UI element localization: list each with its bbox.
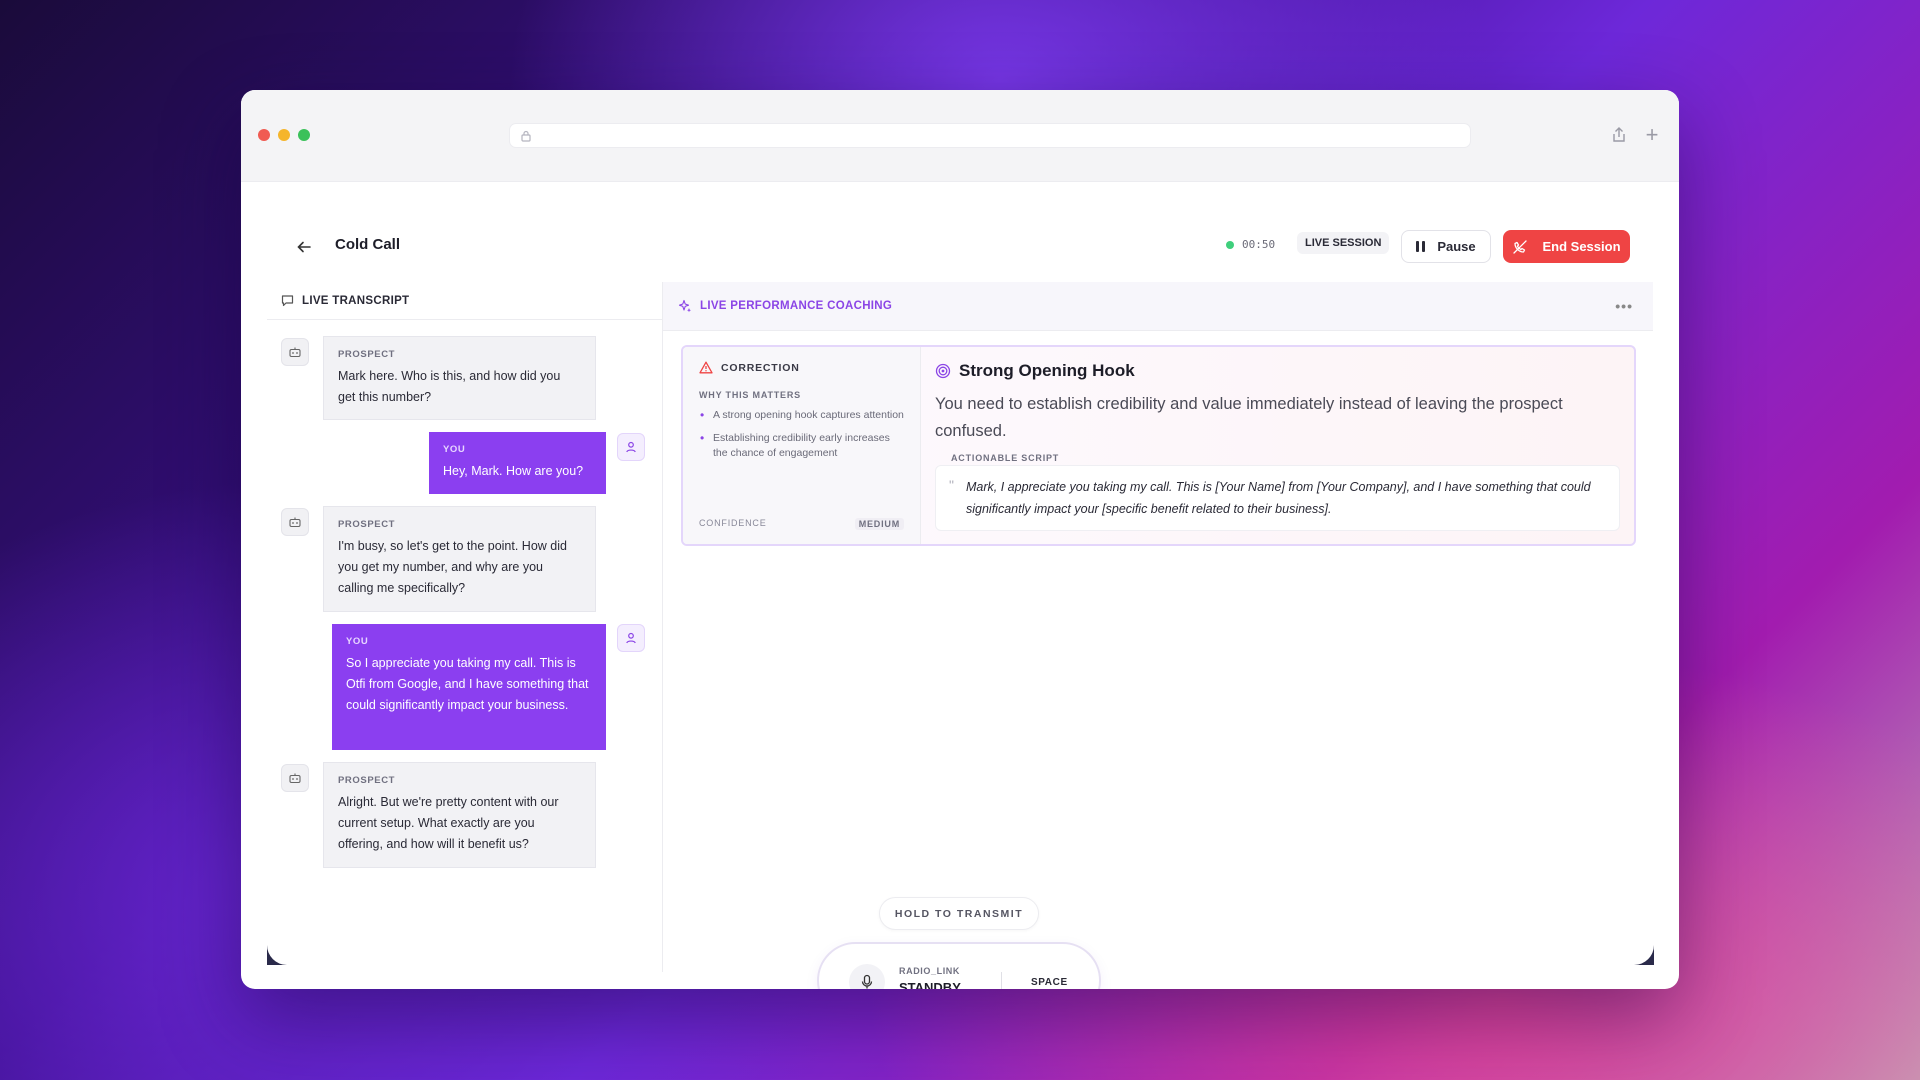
quote-icon: ": [949, 477, 954, 493]
session-timer: 00:50: [1226, 238, 1275, 251]
transmit-button[interactable]: RADIO_LINK STANDBY SPACE: [817, 942, 1101, 989]
share-icon[interactable]: [1610, 126, 1628, 144]
maximize-window-button[interactable]: [298, 129, 310, 141]
keyboard-shortcut: SPACE: [1031, 977, 1068, 988]
pause-label: Pause: [1437, 239, 1476, 254]
message-text: Hey, Mark. How are you?: [443, 464, 584, 478]
coaching-heading: LIVE PERFORMANCE COACHING: [700, 300, 893, 312]
message-speaker: PROSPECT: [338, 775, 396, 786]
transcript-message: PROSPECT Alright. But we're pretty conte…: [323, 762, 596, 868]
message-text: Alright. But we're pretty content with o…: [338, 795, 559, 851]
script-label: ACTIONABLE SCRIPT: [951, 453, 1060, 463]
coaching-description: You need to establish credibility and va…: [935, 395, 1563, 440]
confidence-value: MEDIUM: [854, 518, 904, 530]
live-session-badge: LIVE SESSION: [1297, 232, 1390, 254]
target-icon: [935, 363, 951, 379]
radio-channel-label: RADIO_LINK: [899, 966, 961, 976]
transcript-message: YOU Hey, Mark. How are you?: [429, 432, 606, 494]
pause-button[interactable]: Pause: [1401, 230, 1491, 263]
coaching-title-row: Strong Opening Hook: [935, 361, 1620, 381]
reasons-list: A strong opening hook captures attention…: [699, 408, 904, 461]
user-avatar-icon: [617, 624, 645, 652]
message-speaker: PROSPECT: [338, 519, 396, 530]
chat-icon: [281, 295, 294, 307]
hold-to-transmit-hint: HOLD TO TRANSMIT: [879, 897, 1039, 930]
end-session-label: End Session: [1542, 239, 1621, 254]
new-tab-icon[interactable]: +: [1643, 124, 1661, 146]
transcript-message: PROSPECT Mark here. Who is this, and how…: [323, 336, 596, 420]
corner-decoration: [1634, 945, 1654, 965]
page-title: Cold Call: [335, 236, 401, 253]
why-label: WHY THIS MATTERS: [699, 390, 801, 400]
transcript-message: PROSPECT I'm busy, so let's get to the p…: [323, 506, 596, 612]
prospect-avatar-icon: [281, 764, 309, 792]
minimize-window-button[interactable]: [278, 129, 290, 141]
coaching-card: CORRECTION WHY THIS MATTERS A strong ope…: [681, 345, 1636, 546]
prospect-avatar-icon: [281, 338, 309, 366]
end-session-button[interactable]: End Session: [1503, 230, 1630, 263]
radio-status: STANDBY: [899, 980, 961, 989]
message-speaker: PROSPECT: [338, 349, 396, 360]
close-window-button[interactable]: [258, 129, 270, 141]
transcript-heading: LIVE TRANSCRIPT: [302, 294, 410, 307]
phone-off-icon: [1513, 239, 1528, 254]
correction-label: CORRECTION: [721, 361, 800, 374]
radio-separator: [1001, 972, 1002, 989]
reason-item: A strong opening hook captures attention: [699, 408, 904, 423]
card-content: Strong Opening Hook You need to establis…: [935, 361, 1620, 531]
lock-icon: [521, 130, 531, 142]
more-options-icon[interactable]: •••: [1615, 298, 1633, 314]
confidence-row: CONFIDENCE MEDIUM: [699, 518, 904, 530]
message-speaker: YOU: [443, 444, 466, 455]
message-text: Mark here. Who is this, and how did you …: [338, 369, 561, 404]
transcript-message: YOU So I appreciate you taking my call. …: [332, 624, 606, 750]
corner-decoration: [267, 945, 287, 965]
address-bar[interactable]: [509, 123, 1471, 148]
message-text: So I appreciate you taking my call. This…: [346, 656, 589, 712]
reason-item: Establishing credibility early increases…: [699, 431, 904, 461]
script-box: " Mark, I appreciate you taking my call.…: [935, 465, 1620, 531]
panel-divider: [662, 282, 663, 972]
script-text: Mark, I appreciate you taking my call. T…: [966, 480, 1591, 516]
sparkles-icon: [678, 299, 691, 313]
browser-chrome: +: [241, 90, 1679, 182]
user-avatar-icon: [617, 433, 645, 461]
message-speaker: YOU: [346, 636, 369, 647]
coaching-header: LIVE PERFORMANCE COACHING •••: [663, 282, 1653, 331]
correction-tag: CORRECTION: [699, 361, 904, 374]
prospect-avatar-icon: [281, 508, 309, 536]
message-text: I'm busy, so let's get to the point. How…: [338, 539, 567, 595]
card-sidebar: CORRECTION WHY THIS MATTERS A strong ope…: [683, 347, 921, 544]
back-arrow-icon[interactable]: [295, 238, 313, 256]
coaching-title: Strong Opening Hook: [959, 361, 1135, 380]
pause-icon: [1416, 241, 1426, 252]
transcript-header: LIVE TRANSCRIPT: [267, 282, 662, 320]
browser-window: + Cold Call 00:50 LIVE SESSION Pause End…: [241, 90, 1679, 989]
live-indicator: [1226, 240, 1234, 249]
confidence-label: CONFIDENCE: [699, 518, 767, 528]
microphone-icon: [849, 964, 885, 989]
warning-icon: [699, 361, 713, 374]
timer-value: 00:50: [1242, 238, 1276, 251]
